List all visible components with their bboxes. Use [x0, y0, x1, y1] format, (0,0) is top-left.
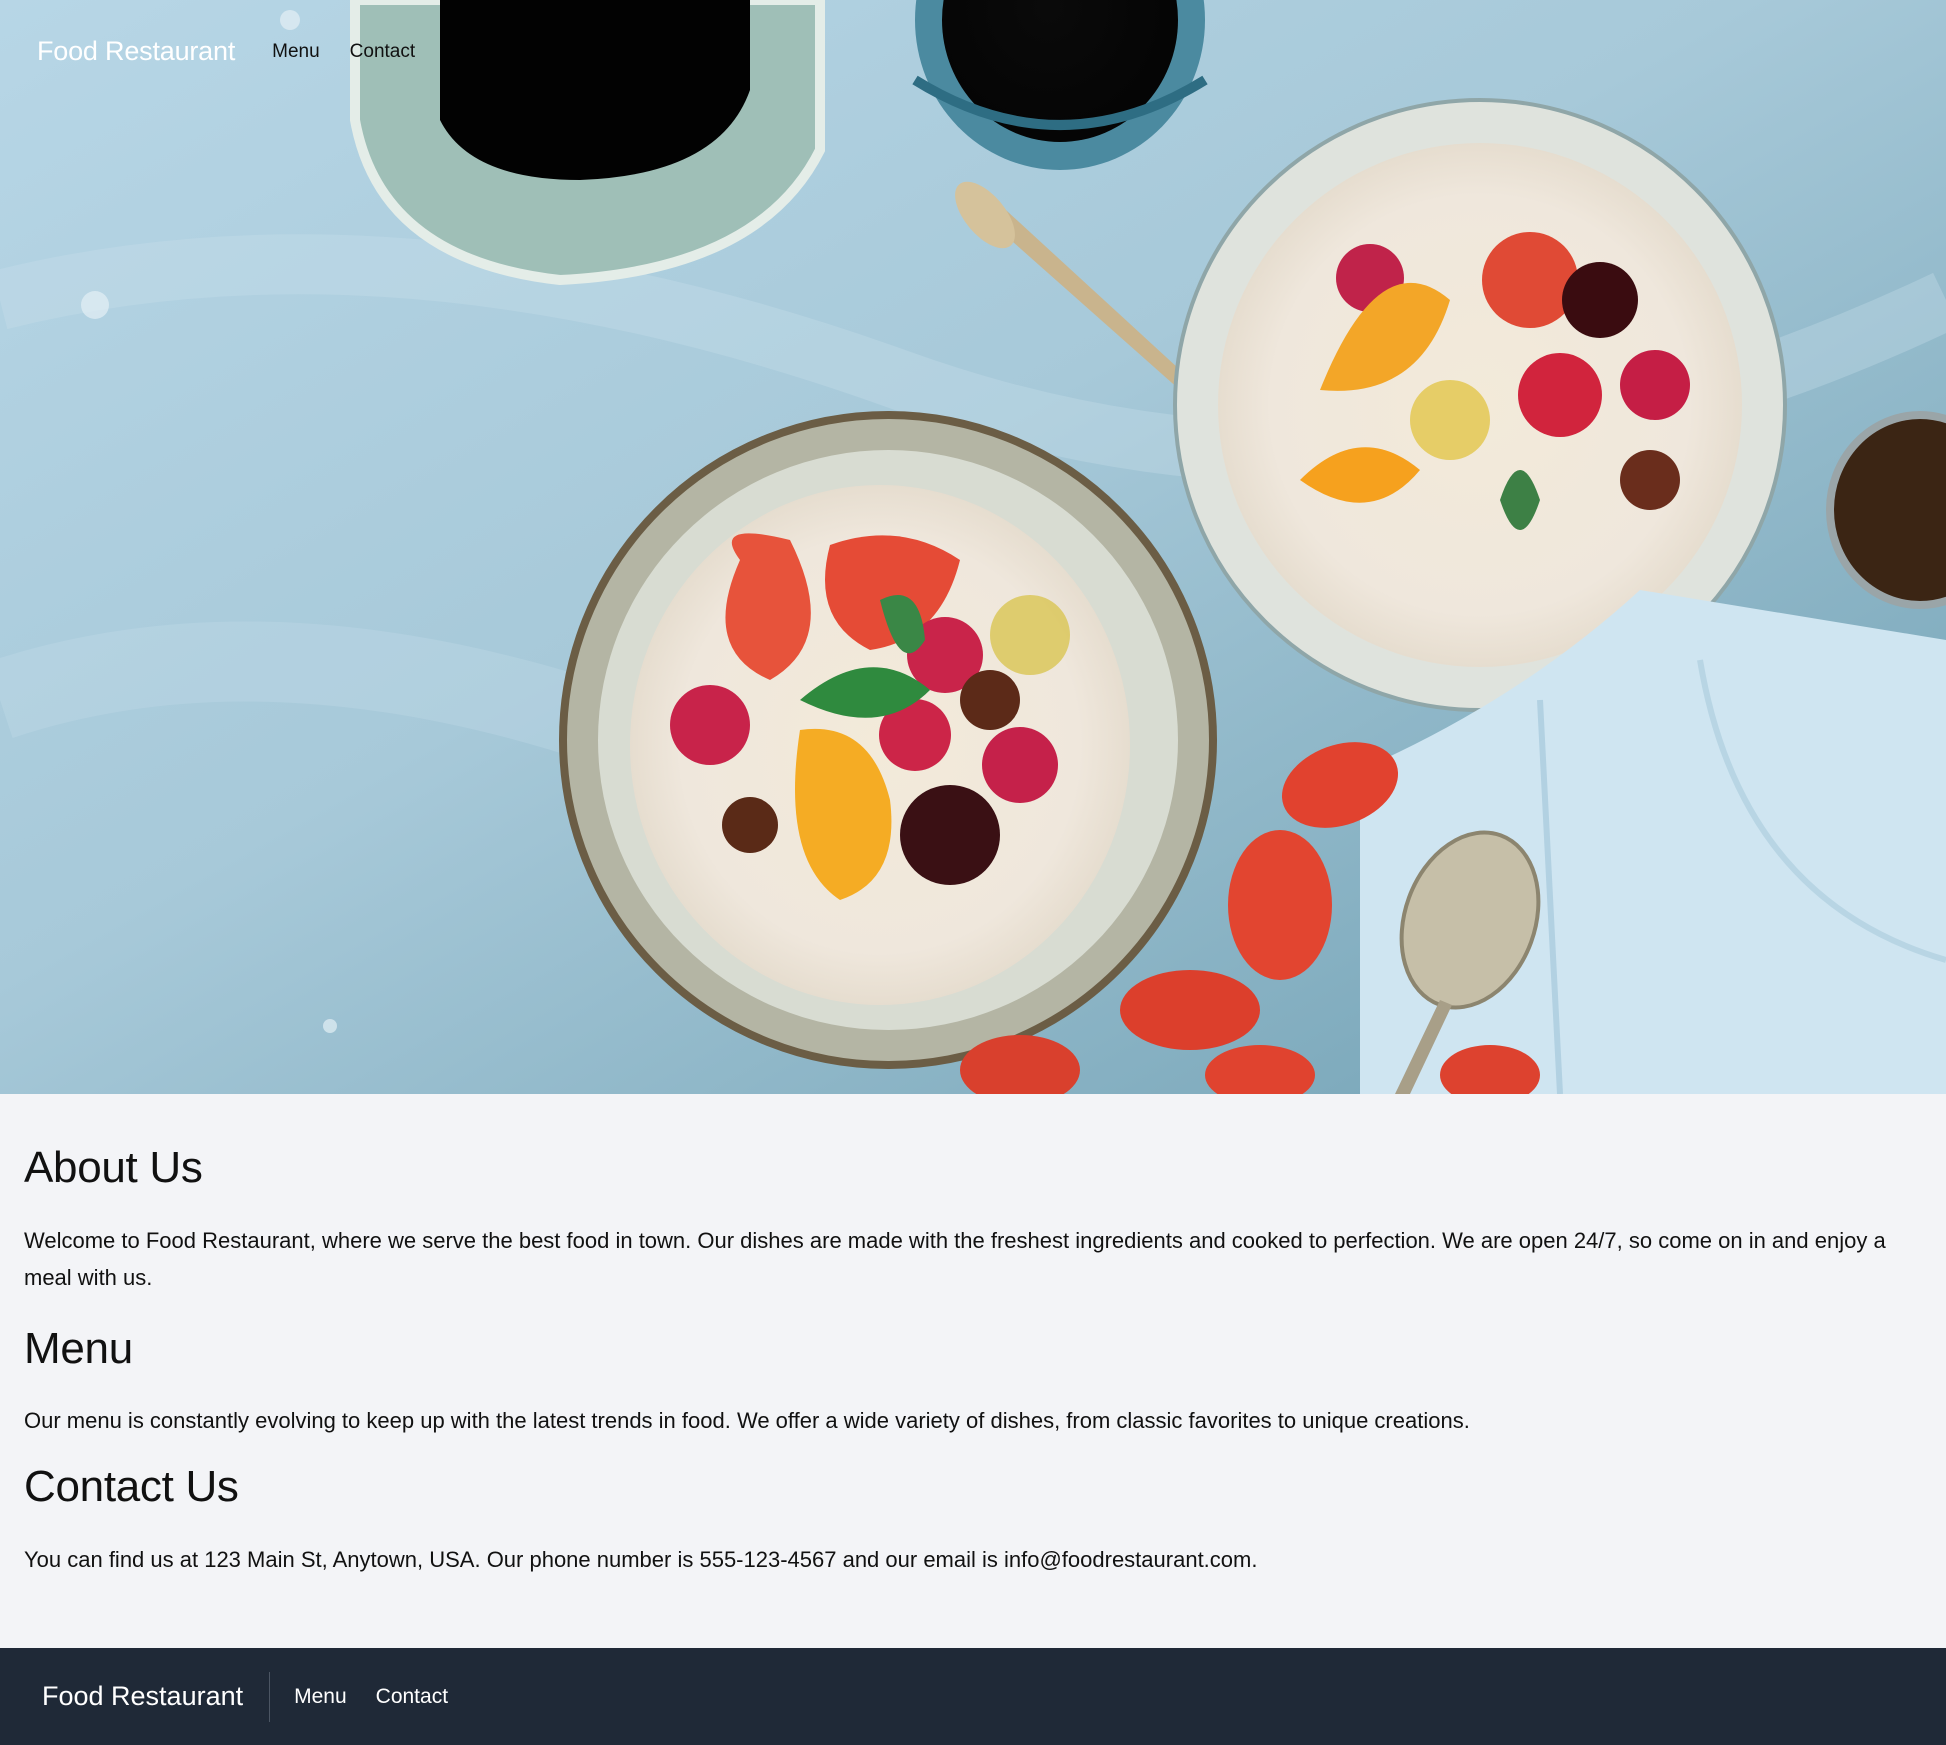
brand-logo-link[interactable]: Food Restaurant: [37, 36, 235, 67]
table-texture: [323, 1019, 337, 1033]
nav-link-contact[interactable]: Contact: [350, 41, 415, 63]
nav-link-menu[interactable]: Menu: [272, 41, 320, 63]
site-footer: Food Restaurant Menu Contact: [0, 1648, 1946, 1745]
about-text: Welcome to Food Restaurant, where we ser…: [24, 1228, 1886, 1290]
table-texture: [81, 291, 109, 319]
about-heading: About Us: [24, 1143, 203, 1192]
footer-brand-link[interactable]: Food Restaurant: [42, 1681, 243, 1712]
bowl-left: [559, 411, 1217, 1069]
menu-heading: Menu: [24, 1324, 133, 1373]
footer-divider: [269, 1671, 271, 1722]
top-navigation: Food Restaurant Menu Contact: [37, 36, 445, 67]
hero-banner: Food Restaurant Menu Contact: [0, 0, 1946, 1094]
contact-text: You can find us at 123 Main St, Anytown,…: [24, 1547, 1258, 1572]
hero-food-image: [0, 0, 1946, 1094]
footer-link-menu[interactable]: Menu: [294, 1685, 347, 1709]
contact-heading: Contact Us: [24, 1462, 239, 1511]
menu-text: Our menu is constantly evolving to keep …: [24, 1408, 1470, 1433]
table-texture: [280, 10, 300, 30]
footer-link-contact[interactable]: Contact: [376, 1685, 448, 1709]
